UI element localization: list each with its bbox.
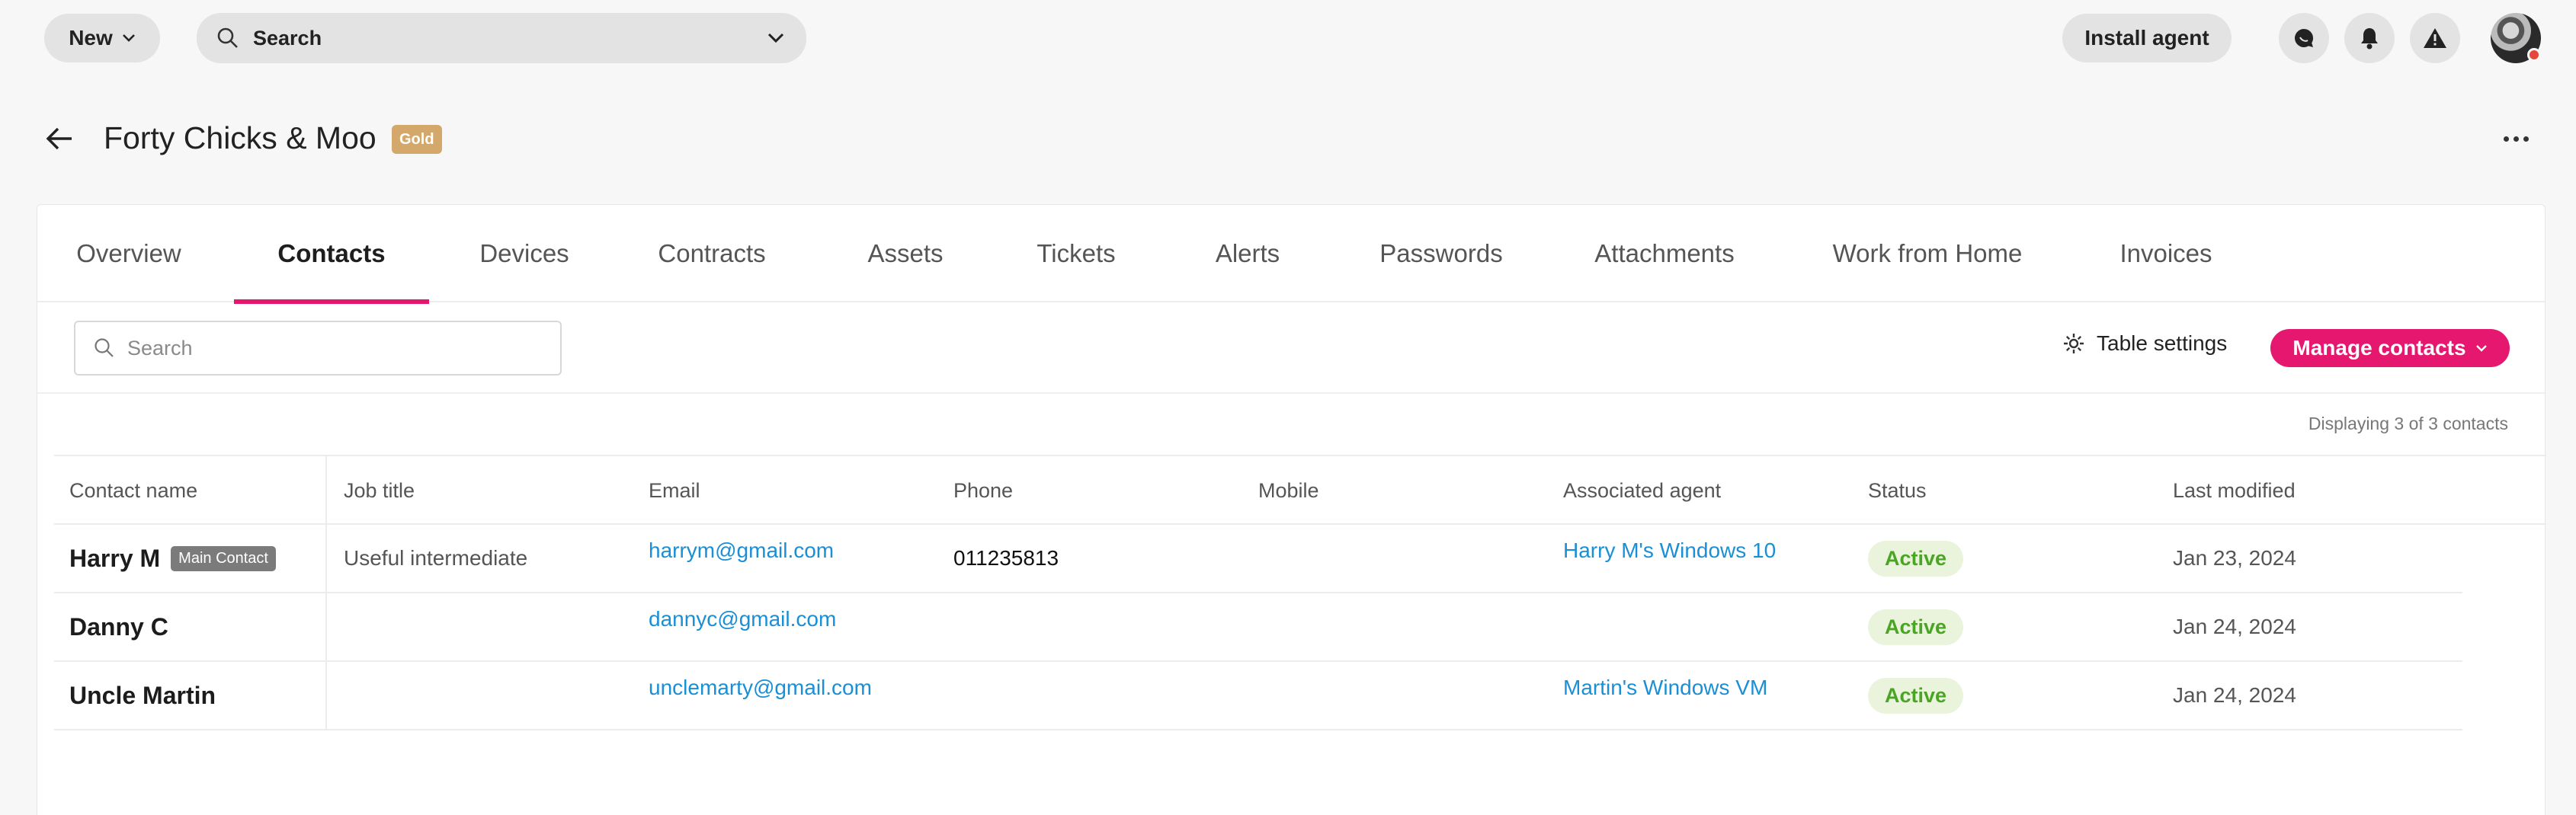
agent-link[interactable]: Harry M's Windows 10 xyxy=(1563,525,1776,592)
tab-invoices[interactable]: Invoices xyxy=(2109,205,2223,302)
status-badge: Active xyxy=(1868,609,1964,645)
notifications-button[interactable] xyxy=(2344,13,2395,63)
user-avatar[interactable] xyxy=(2491,13,2541,63)
last-modified-cell: Jan 24, 2024 xyxy=(2173,615,2296,638)
chevron-down-icon xyxy=(2475,345,2487,352)
email-link[interactable]: harrym@gmail.com xyxy=(649,525,834,592)
table-header: Contact name Job title Email Phone Mobil… xyxy=(54,455,2546,525)
new-button[interactable]: New xyxy=(44,14,160,62)
email-link[interactable]: unclemarty@gmail.com xyxy=(649,662,872,729)
back-arrow-icon[interactable] xyxy=(44,123,75,154)
column-header[interactable]: Phone xyxy=(953,456,1013,525)
table-row[interactable]: Harry M Main Contact Useful intermediate… xyxy=(54,525,2462,593)
contact-name-cell: Harry M Main Contact xyxy=(69,525,276,592)
contacts-search[interactable] xyxy=(74,321,562,376)
global-search-label: Search xyxy=(253,26,322,50)
tab-attachments[interactable]: Attachments xyxy=(1592,205,1737,302)
table-row[interactable]: Danny C dannyc@gmail.com Active Jan 24, … xyxy=(54,593,2462,662)
column-header[interactable]: Status xyxy=(1868,456,1927,525)
bell-icon xyxy=(2361,28,2378,50)
column-header[interactable]: Last modified xyxy=(2173,456,2296,525)
last-modified-cell: Jan 23, 2024 xyxy=(2173,546,2296,570)
alerts-button[interactable] xyxy=(2410,13,2460,63)
global-search[interactable]: Search xyxy=(197,13,806,63)
tab-devices[interactable]: Devices xyxy=(476,205,572,302)
content-card: Overview Contacts Devices Contracts Asse… xyxy=(37,204,2546,815)
table-toolbar: Table settings Manage contacts xyxy=(37,304,2545,394)
search-icon xyxy=(95,338,114,357)
chat-button[interactable] xyxy=(2279,13,2329,63)
chevron-down-icon[interactable] xyxy=(767,32,785,44)
status-cell: Active xyxy=(1868,525,1964,592)
column-header[interactable]: Job title xyxy=(344,456,415,525)
contacts-search-input[interactable] xyxy=(127,336,524,360)
column-header[interactable]: Email xyxy=(649,456,700,525)
result-count: Displaying 3 of 3 contacts xyxy=(2308,414,2508,433)
column-header[interactable]: Contact name xyxy=(69,456,197,525)
job-title-cell: Useful intermediate xyxy=(344,546,528,570)
tab-contracts[interactable]: Contracts xyxy=(658,205,766,302)
install-agent-label: Install agent xyxy=(2084,26,2209,50)
gear-icon xyxy=(2064,334,2084,353)
contact-name-cell: Danny C xyxy=(69,593,168,660)
contact-name[interactable]: Uncle Martin xyxy=(69,682,216,710)
column-header[interactable]: Associated agent xyxy=(1563,456,1721,525)
table-settings-button[interactable]: Table settings xyxy=(2062,331,2227,356)
manage-contacts-label: Manage contacts xyxy=(2292,336,2466,360)
last-modified-cell: Jan 24, 2024 xyxy=(2173,683,2296,707)
table-row[interactable]: Uncle Martin unclemarty@gmail.com Martin… xyxy=(54,662,2462,730)
search-icon xyxy=(217,27,238,48)
status-badge: Active xyxy=(1868,540,1964,577)
main-contact-badge: Main Contact xyxy=(171,545,276,571)
phone-cell: 011235813 xyxy=(953,546,1059,570)
status-cell: Active xyxy=(1868,662,1964,729)
tab-assets[interactable]: Assets xyxy=(862,205,949,302)
column-header[interactable]: Mobile xyxy=(1258,456,1319,525)
contact-name[interactable]: Harry M xyxy=(69,545,160,573)
table-settings-label: Table settings xyxy=(2097,331,2228,355)
status-cell: Active xyxy=(1868,593,1964,660)
tab-overview[interactable]: Overview xyxy=(76,205,181,302)
tab-bar: Overview Contacts Devices Contracts Asse… xyxy=(37,205,2545,304)
manage-contacts-button[interactable]: Manage contacts xyxy=(2270,329,2510,367)
contact-name-cell: Uncle Martin xyxy=(69,662,216,729)
tab-contacts[interactable]: Contacts xyxy=(234,205,429,304)
agent-link[interactable]: Martin's Windows VM xyxy=(1563,662,1767,729)
page-title: Forty Chicks & Moo xyxy=(104,120,376,155)
tab-work-from-home[interactable]: Work from Home xyxy=(1828,205,2027,302)
contact-name[interactable]: Danny C xyxy=(69,613,168,641)
status-badge: Active xyxy=(1868,677,1964,714)
email-link[interactable]: dannyc@gmail.com xyxy=(649,593,836,660)
tab-alerts[interactable]: Alerts xyxy=(1208,205,1287,302)
tier-badge: Gold xyxy=(392,125,442,154)
tab-passwords[interactable]: Passwords xyxy=(1373,205,1510,302)
more-options-button[interactable] xyxy=(2497,123,2535,154)
chat-icon xyxy=(2295,28,2314,47)
warning-icon xyxy=(2424,28,2446,48)
tab-tickets[interactable]: Tickets xyxy=(1033,205,1120,302)
chevron-down-icon xyxy=(122,34,135,42)
install-agent-button[interactable]: Install agent xyxy=(2062,14,2232,62)
new-button-label: New xyxy=(69,26,113,50)
status-dot xyxy=(2527,48,2541,62)
